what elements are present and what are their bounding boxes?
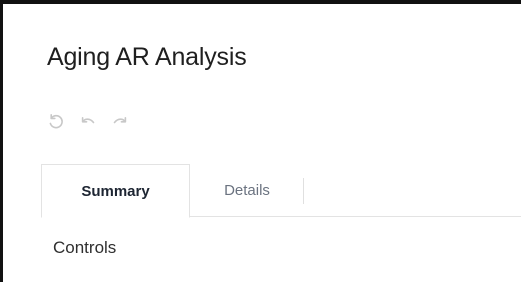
undo-icon <box>81 117 95 124</box>
tab-details-label: Details <box>224 182 270 199</box>
tab-bar: Summary Details <box>41 164 521 218</box>
reset-icon <box>49 114 63 129</box>
controls-section-label: Controls <box>53 238 117 257</box>
page-title: Aging AR Analysis <box>47 43 247 71</box>
redo-button[interactable] <box>111 113 129 131</box>
tab-details[interactable]: Details <box>190 164 304 217</box>
tab-summary-label: Summary <box>81 182 150 200</box>
toolbar <box>47 112 129 132</box>
redo-icon <box>113 117 127 124</box>
tab-divider <box>303 178 304 204</box>
app-window: Aging AR Analysis Summary Details Contro… <box>0 0 521 282</box>
undo-button[interactable] <box>79 113 97 131</box>
tab-summary[interactable]: Summary <box>41 164 190 218</box>
reset-button[interactable] <box>47 113 65 131</box>
